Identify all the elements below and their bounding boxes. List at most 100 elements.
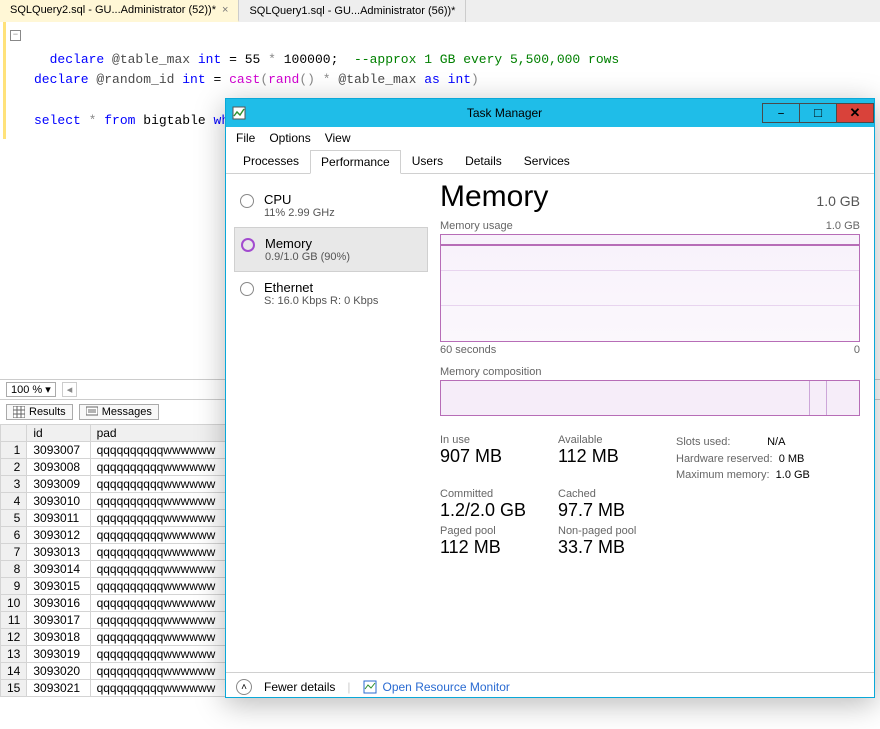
tab-users[interactable]: Users	[401, 149, 454, 173]
table-row[interactable]: 63093012qqqqqqqqqqwwwwww	[1, 526, 230, 543]
cell-id[interactable]: 3093012	[27, 526, 90, 543]
cell-pad[interactable]: qqqqqqqqqqwwwwww	[90, 662, 229, 679]
code-fold-icon[interactable]: −	[10, 30, 21, 41]
cell-pad[interactable]: qqqqqqqqqqwwwwww	[90, 679, 229, 696]
side-eth-sub: S: 16.0 Kbps R: 0 Kbps	[264, 295, 378, 307]
table-row[interactable]: 43093010qqqqqqqqqqwwwwww	[1, 492, 230, 509]
cell-pad[interactable]: qqqqqqqqqqwwwwww	[90, 628, 229, 645]
ethernet-ring-icon	[240, 282, 254, 296]
results-tab[interactable]: Results	[6, 404, 73, 420]
grid-icon	[13, 406, 25, 418]
committed-label: Committed	[440, 488, 550, 500]
cell-id[interactable]: 3093021	[27, 679, 90, 696]
table-row[interactable]: 153093021qqqqqqqqqqwwwwww	[1, 679, 230, 696]
cell-id[interactable]: 3093015	[27, 577, 90, 594]
memory-capacity: 1.0 GB	[816, 193, 860, 209]
table-row[interactable]: 83093014qqqqqqqqqqwwwwww	[1, 560, 230, 577]
close-icon[interactable]: ×	[222, 4, 228, 16]
chevron-up-icon[interactable]: ˄	[236, 679, 252, 695]
cell-id[interactable]: 3093007	[27, 441, 90, 458]
ssms-tab-query2[interactable]: SQLQuery2.sql - GU...Administrator (52))…	[0, 0, 239, 22]
cell-pad[interactable]: qqqqqqqqqqwwwwww	[90, 441, 229, 458]
cell-pad[interactable]: qqqqqqqqqqwwwwww	[90, 458, 229, 475]
tab-details[interactable]: Details	[454, 149, 513, 173]
row-number: 15	[1, 679, 27, 696]
results-grid[interactable]: id pad 13093007qqqqqqqqqqwwwwww23093008q…	[0, 424, 230, 697]
table-row[interactable]: 123093018qqqqqqqqqqwwwwww	[1, 628, 230, 645]
cell-pad[interactable]: qqqqqqqqqqwwwwww	[90, 560, 229, 577]
cell-pad[interactable]: qqqqqqqqqqwwwwww	[90, 475, 229, 492]
cell-id[interactable]: 3093009	[27, 475, 90, 492]
table-row[interactable]: 143093020qqqqqqqqqqwwwwww	[1, 662, 230, 679]
menu-file[interactable]: File	[236, 131, 255, 145]
table-row[interactable]: 23093008qqqqqqqqqqwwwwww	[1, 458, 230, 475]
ssms-tab-query1[interactable]: SQLQuery1.sql - GU...Administrator (56))…	[239, 0, 466, 22]
memory-ring-icon	[241, 238, 255, 252]
minimize-button[interactable]: –	[762, 103, 800, 123]
side-item-ethernet[interactable]: Ethernet S: 16.0 Kbps R: 0 Kbps	[234, 272, 428, 315]
col-id[interactable]: id	[27, 424, 90, 441]
ssms-tab-label: SQLQuery1.sql - GU...Administrator (56))…	[249, 5, 455, 17]
row-number: 4	[1, 492, 27, 509]
menu-bar: File Options View	[226, 127, 874, 149]
cell-id[interactable]: 3093011	[27, 509, 90, 526]
titlebar[interactable]: Task Manager – □ ✕	[226, 99, 874, 127]
table-row[interactable]: 93093015qqqqqqqqqqwwwwww	[1, 577, 230, 594]
row-number: 14	[1, 662, 27, 679]
cell-pad[interactable]: qqqqqqqqqqwwwwww	[90, 492, 229, 509]
cell-id[interactable]: 3093017	[27, 611, 90, 628]
in-use-value: 907 MB	[440, 446, 550, 467]
open-resource-monitor-link[interactable]: Open Resource Monitor	[363, 680, 510, 694]
table-row[interactable]: 53093011qqqqqqqqqqwwwwww	[1, 509, 230, 526]
cell-id[interactable]: 3093019	[27, 645, 90, 662]
fewer-details-link[interactable]: Fewer details	[264, 680, 335, 694]
menu-view[interactable]: View	[325, 131, 351, 145]
available-label: Available	[558, 434, 668, 446]
cell-pad[interactable]: qqqqqqqqqqwwwwww	[90, 594, 229, 611]
cell-pad[interactable]: qqqqqqqqqqwwwwww	[90, 526, 229, 543]
memory-composition-bar[interactable]	[440, 380, 860, 416]
tab-services[interactable]: Services	[513, 149, 581, 173]
orm-label: Open Resource Monitor	[383, 680, 510, 694]
cell-pad[interactable]: qqqqqqqqqqwwwwww	[90, 645, 229, 662]
maximize-button[interactable]: □	[799, 103, 837, 123]
table-row[interactable]: 103093016qqqqqqqqqqwwwwww	[1, 594, 230, 611]
cell-pad[interactable]: qqqqqqqqqqwwwwww	[90, 543, 229, 560]
cell-pad[interactable]: qqqqqqqqqqwwwwww	[90, 577, 229, 594]
close-button[interactable]: ✕	[836, 103, 874, 123]
table-row[interactable]: 133093019qqqqqqqqqqwwwwww	[1, 645, 230, 662]
axis-right: 0	[854, 344, 860, 356]
cell-pad[interactable]: qqqqqqqqqqwwwwww	[90, 611, 229, 628]
row-number: 11	[1, 611, 27, 628]
table-row[interactable]: 33093009qqqqqqqqqqwwwwww	[1, 475, 230, 492]
cell-pad[interactable]: qqqqqqqqqqwwwwww	[90, 509, 229, 526]
table-row[interactable]: 13093007qqqqqqqqqqwwwwww	[1, 441, 230, 458]
menu-options[interactable]: Options	[269, 131, 310, 145]
side-item-cpu[interactable]: CPU 11% 2.99 GHz	[234, 184, 428, 227]
nonpaged-label: Non-paged pool	[558, 525, 668, 537]
messages-tab[interactable]: Messages	[79, 404, 159, 420]
row-number: 5	[1, 509, 27, 526]
cell-id[interactable]: 3093018	[27, 628, 90, 645]
cell-id[interactable]: 3093016	[27, 594, 90, 611]
cell-id[interactable]: 3093020	[27, 662, 90, 679]
composition-label: Memory composition	[440, 366, 860, 378]
col-pad[interactable]: pad	[90, 424, 229, 441]
zoom-combo[interactable]: 100 % ▾	[6, 382, 56, 397]
side-item-memory[interactable]: Memory 0.9/1.0 GB (90%)	[234, 227, 428, 272]
in-use-label: In use	[440, 434, 550, 446]
axis-left: 60 seconds	[440, 344, 496, 356]
cell-id[interactable]: 3093013	[27, 543, 90, 560]
row-number: 9	[1, 577, 27, 594]
table-row[interactable]: 113093017qqqqqqqqqqwwwwww	[1, 611, 230, 628]
cell-id[interactable]: 3093014	[27, 560, 90, 577]
cell-id[interactable]: 3093010	[27, 492, 90, 509]
tab-performance[interactable]: Performance	[310, 150, 401, 174]
table-row[interactable]: 73093013qqqqqqqqqqwwwwww	[1, 543, 230, 560]
tab-processes[interactable]: Processes	[232, 149, 310, 173]
cell-id[interactable]: 3093008	[27, 458, 90, 475]
cpu-ring-icon	[240, 194, 254, 208]
scroll-left-icon[interactable]: ◂	[62, 382, 78, 397]
memory-usage-graph[interactable]	[440, 234, 860, 342]
perf-side-list: CPU 11% 2.99 GHz Memory 0.9/1.0 GB (90%)…	[226, 174, 436, 672]
